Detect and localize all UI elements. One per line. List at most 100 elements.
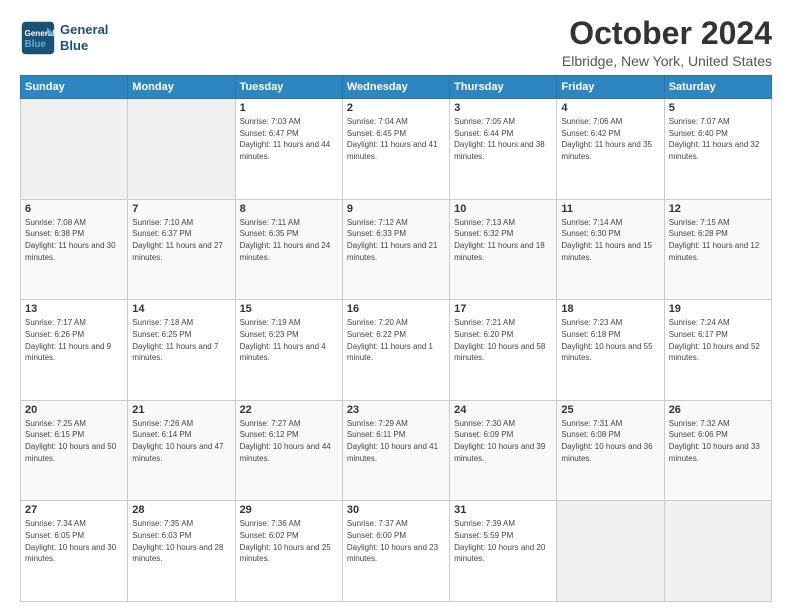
calendar-cell: 12 Sunrise: 7:15 AMSunset: 6:28 PMDayligh… xyxy=(664,199,771,300)
calendar-header-row: Sunday Monday Tuesday Wednesday Thursday… xyxy=(21,76,772,99)
day-detail: Sunrise: 7:19 AMSunset: 6:23 PMDaylight:… xyxy=(240,317,338,363)
col-sunday: Sunday xyxy=(21,76,128,99)
calendar-cell: 5 Sunrise: 7:07 AMSunset: 6:40 PMDaylight… xyxy=(664,99,771,200)
calendar-cell: 4 Sunrise: 7:06 AMSunset: 6:42 PMDaylight… xyxy=(557,99,664,200)
col-thursday: Thursday xyxy=(450,76,557,99)
day-detail: Sunrise: 7:17 AMSunset: 6:26 PMDaylight:… xyxy=(25,317,123,363)
day-detail: Sunrise: 7:24 AMSunset: 6:17 PMDaylight:… xyxy=(669,317,767,363)
day-detail: Sunrise: 7:32 AMSunset: 6:06 PMDaylight:… xyxy=(669,418,767,464)
calendar-cell xyxy=(128,99,235,200)
day-detail: Sunrise: 7:07 AMSunset: 6:40 PMDaylight:… xyxy=(669,116,767,162)
calendar-cell: 8Sunrise: 7:11 AMSunset: 6:35 PMDaylight… xyxy=(235,199,342,300)
day-number: 3 xyxy=(454,102,552,114)
calendar-cell xyxy=(664,501,771,602)
day-detail: Sunrise: 7:20 AMSunset: 6:22 PMDaylight:… xyxy=(347,317,445,363)
day-detail: Sunrise: 7:34 AMSunset: 6:05 PMDaylight:… xyxy=(25,518,123,564)
day-number: 13 xyxy=(25,303,123,315)
calendar-cell: 31 Sunrise: 7:39 AMSunset: 5:59 PMDayligh… xyxy=(450,501,557,602)
day-detail: Sunrise: 7:13 AMSunset: 6:32 PMDaylight:… xyxy=(454,217,552,263)
day-detail: Sunrise: 7:10 AMSunset: 6:37 PMDaylight:… xyxy=(132,217,230,263)
day-number: 2 xyxy=(347,102,445,114)
day-number: 1 xyxy=(240,102,338,114)
day-detail: Sunrise: 7:11 AMSunset: 6:35 PMDaylight:… xyxy=(240,217,338,263)
calendar-cell: 30 Sunrise: 7:37 AMSunset: 6:00 PMDayligh… xyxy=(342,501,449,602)
calendar-cell: 13 Sunrise: 7:17 AMSunset: 6:26 PMDayligh… xyxy=(21,300,128,401)
calendar-cell: 1 Sunrise: 7:03 AMSunset: 6:47 PMDaylight… xyxy=(235,99,342,200)
col-tuesday: Tuesday xyxy=(235,76,342,99)
day-number: 18 xyxy=(561,303,659,315)
calendar-cell: 11 Sunrise: 7:14 AMSunset: 6:30 PMDayligh… xyxy=(557,199,664,300)
day-number: 25 xyxy=(561,404,659,416)
day-number: 22 xyxy=(240,404,338,416)
day-number: 21 xyxy=(132,404,230,416)
calendar-cell: 21 Sunrise: 7:26 AMSunset: 6:14 PMDayligh… xyxy=(128,400,235,501)
day-detail: Sunrise: 7:30 AMSunset: 6:09 PMDaylight:… xyxy=(454,418,552,464)
day-detail: Sunrise: 7:12 AMSunset: 6:33 PMDaylight:… xyxy=(347,217,445,263)
day-number: 27 xyxy=(25,504,123,516)
calendar-cell: 27 Sunrise: 7:34 AMSunset: 6:05 PMDayligh… xyxy=(21,501,128,602)
calendar-cell: 24 Sunrise: 7:30 AMSunset: 6:09 PMDayligh… xyxy=(450,400,557,501)
col-wednesday: Wednesday xyxy=(342,76,449,99)
day-detail: Sunrise: 7:14 AMSunset: 6:30 PMDaylight:… xyxy=(561,217,659,263)
day-number: 14 xyxy=(132,303,230,315)
day-number: 11 xyxy=(561,203,659,215)
calendar-cell xyxy=(21,99,128,200)
day-detail: Sunrise: 7:18 AMSunset: 6:25 PMDaylight:… xyxy=(132,317,230,363)
col-saturday: Saturday xyxy=(664,76,771,99)
week-row-4: 20 Sunrise: 7:25 AMSunset: 6:15 PMDayligh… xyxy=(21,400,772,501)
week-row-3: 13 Sunrise: 7:17 AMSunset: 6:26 PMDayligh… xyxy=(21,300,772,401)
day-number: 4 xyxy=(561,102,659,114)
day-detail: Sunrise: 7:25 AMSunset: 6:15 PMDaylight:… xyxy=(25,418,123,464)
logo-text-blue: Blue xyxy=(60,38,108,54)
calendar-cell: 3 Sunrise: 7:05 AMSunset: 6:44 PMDaylight… xyxy=(450,99,557,200)
calendar-cell: 29Sunrise: 7:36 AMSunset: 6:02 PMDayligh… xyxy=(235,501,342,602)
calendar-cell: 7 Sunrise: 7:10 AMSunset: 6:37 PMDaylight… xyxy=(128,199,235,300)
day-detail: Sunrise: 7:15 AMSunset: 6:28 PMDaylight:… xyxy=(669,217,767,263)
logo: General Blue General Blue xyxy=(20,20,108,56)
calendar-cell: 6 Sunrise: 7:08 AMSunset: 6:38 PMDaylight… xyxy=(21,199,128,300)
day-detail: Sunrise: 7:06 AMSunset: 6:42 PMDaylight:… xyxy=(561,116,659,162)
calendar-cell: 22Sunrise: 7:27 AMSunset: 6:12 PMDayligh… xyxy=(235,400,342,501)
calendar-cell: 20 Sunrise: 7:25 AMSunset: 6:15 PMDayligh… xyxy=(21,400,128,501)
day-number: 10 xyxy=(454,203,552,215)
calendar-cell: 23Sunrise: 7:29 AMSunset: 6:11 PMDayligh… xyxy=(342,400,449,501)
calendar-table: Sunday Monday Tuesday Wednesday Thursday… xyxy=(20,75,772,602)
day-number: 5 xyxy=(669,102,767,114)
calendar-cell: 17Sunrise: 7:21 AMSunset: 6:20 PMDayligh… xyxy=(450,300,557,401)
day-detail: Sunrise: 7:03 AMSunset: 6:47 PMDaylight:… xyxy=(240,116,338,162)
day-detail: Sunrise: 7:31 AMSunset: 6:08 PMDaylight:… xyxy=(561,418,659,464)
day-detail: Sunrise: 7:08 AMSunset: 6:38 PMDaylight:… xyxy=(25,217,123,263)
month-title: October 2024 xyxy=(562,16,772,51)
logo-text-general: General xyxy=(60,22,108,38)
day-number: 23 xyxy=(347,404,445,416)
calendar-cell: 15Sunrise: 7:19 AMSunset: 6:23 PMDayligh… xyxy=(235,300,342,401)
calendar-cell: 18 Sunrise: 7:23 AMSunset: 6:18 PMDayligh… xyxy=(557,300,664,401)
day-number: 7 xyxy=(132,203,230,215)
logo-icon: General Blue xyxy=(20,20,56,56)
calendar-cell: 10 Sunrise: 7:13 AMSunset: 6:32 PMDayligh… xyxy=(450,199,557,300)
header: General Blue General Blue October 2024 E… xyxy=(20,16,772,69)
week-row-2: 6 Sunrise: 7:08 AMSunset: 6:38 PMDaylight… xyxy=(21,199,772,300)
day-number: 30 xyxy=(347,504,445,516)
col-monday: Monday xyxy=(128,76,235,99)
day-detail: Sunrise: 7:39 AMSunset: 5:59 PMDaylight:… xyxy=(454,518,552,564)
day-number: 31 xyxy=(454,504,552,516)
day-detail: Sunrise: 7:26 AMSunset: 6:14 PMDaylight:… xyxy=(132,418,230,464)
day-number: 20 xyxy=(25,404,123,416)
day-number: 12 xyxy=(669,203,767,215)
day-number: 19 xyxy=(669,303,767,315)
day-number: 17 xyxy=(454,303,552,315)
day-detail: Sunrise: 7:05 AMSunset: 6:44 PMDaylight:… xyxy=(454,116,552,162)
calendar-cell: 2Sunrise: 7:04 AMSunset: 6:45 PMDaylight… xyxy=(342,99,449,200)
day-detail: Sunrise: 7:23 AMSunset: 6:18 PMDaylight:… xyxy=(561,317,659,363)
day-number: 28 xyxy=(132,504,230,516)
day-detail: Sunrise: 7:37 AMSunset: 6:00 PMDaylight:… xyxy=(347,518,445,564)
calendar-cell xyxy=(557,501,664,602)
day-number: 24 xyxy=(454,404,552,416)
calendar-cell: 26Sunrise: 7:32 AMSunset: 6:06 PMDayligh… xyxy=(664,400,771,501)
day-number: 9 xyxy=(347,203,445,215)
day-number: 6 xyxy=(25,203,123,215)
day-detail: Sunrise: 7:36 AMSunset: 6:02 PMDaylight:… xyxy=(240,518,338,564)
week-row-5: 27 Sunrise: 7:34 AMSunset: 6:05 PMDayligh… xyxy=(21,501,772,602)
week-row-1: 1 Sunrise: 7:03 AMSunset: 6:47 PMDaylight… xyxy=(21,99,772,200)
